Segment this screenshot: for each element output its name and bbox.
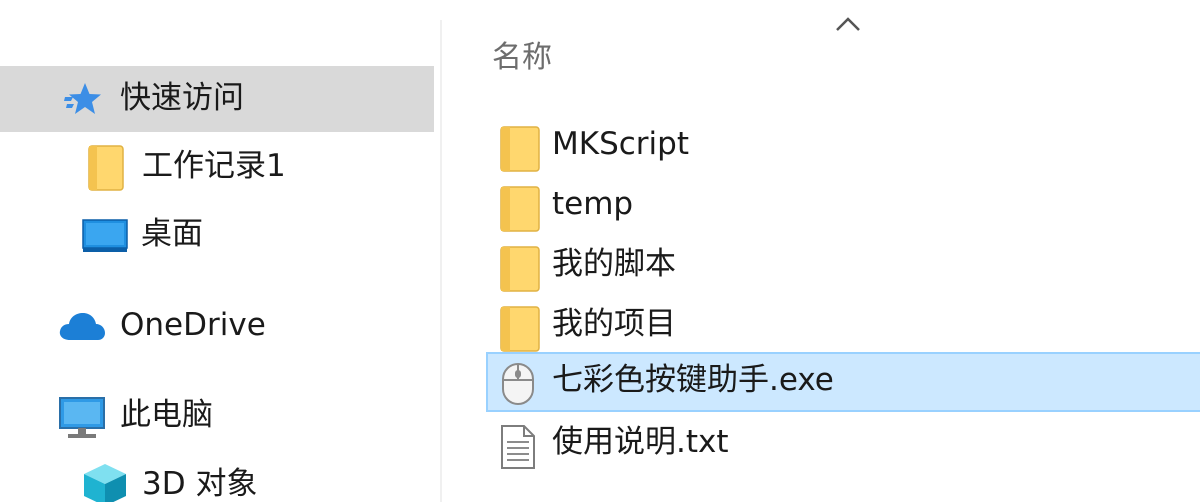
file-row-temp[interactable]: temp bbox=[486, 176, 1200, 234]
folder-icon bbox=[500, 126, 540, 172]
file-name: temp bbox=[552, 186, 634, 222]
file-list-pane: 名称 MKScript temp 我的脚本 我的项目 七彩色按键助手.exe 使… bbox=[442, 0, 1200, 502]
file-name: 我的项目 bbox=[552, 306, 676, 342]
nav-item-desktop[interactable]: 桌面 bbox=[0, 200, 434, 266]
text-file-icon bbox=[501, 425, 535, 469]
file-name: MKScript bbox=[552, 126, 689, 162]
file-name: 使用说明.txt bbox=[552, 424, 729, 460]
nav-label-onedrive: OneDrive bbox=[120, 307, 266, 343]
nav-item-3d-objects[interactable]: 3D 对象 bbox=[0, 450, 434, 502]
cube-icon bbox=[84, 464, 126, 502]
mouse-icon bbox=[502, 363, 534, 405]
chevron-up-icon[interactable] bbox=[834, 14, 862, 34]
cloud-icon bbox=[59, 313, 105, 340]
folder-icon bbox=[500, 246, 540, 292]
file-name: 我的脚本 bbox=[552, 246, 676, 282]
file-row-mkscript[interactable]: MKScript bbox=[486, 116, 1200, 174]
file-row-my-scripts[interactable]: 我的脚本 bbox=[486, 236, 1200, 294]
nav-label-3d-objects: 3D 对象 bbox=[142, 466, 258, 502]
nav-label-work-log: 工作记录1 bbox=[142, 148, 286, 184]
desktop-icon bbox=[82, 219, 128, 252]
monitor-icon bbox=[59, 397, 105, 438]
nav-item-quick-access[interactable]: 快速访问 bbox=[0, 66, 434, 132]
star-icon bbox=[64, 83, 101, 114]
nav-label-this-pc: 此电脑 bbox=[120, 397, 213, 433]
folder-icon bbox=[88, 145, 124, 191]
nav-label-desktop: 桌面 bbox=[141, 216, 203, 252]
file-name: 七彩色按键助手.exe bbox=[552, 362, 834, 398]
nav-label-quick-access: 快速访问 bbox=[120, 80, 244, 116]
nav-item-this-pc[interactable]: 此电脑 bbox=[0, 382, 434, 448]
nav-item-work-log[interactable]: 工作记录1 bbox=[0, 133, 434, 199]
file-row-my-projects[interactable]: 我的项目 bbox=[486, 296, 1200, 354]
file-row-readme-txt[interactable]: 使用说明.txt bbox=[486, 414, 1200, 472]
folder-icon bbox=[500, 186, 540, 232]
file-row-key-helper-exe[interactable]: 七彩色按键助手.exe bbox=[486, 352, 1200, 412]
column-header-name[interactable]: 名称 bbox=[492, 38, 552, 78]
nav-item-onedrive[interactable]: OneDrive bbox=[0, 292, 434, 358]
file-explorer-window: 快速访问 工作记录1 桌面 OneDrive 此电脑 3D 对象 名称 MKSc… bbox=[0, 0, 1200, 502]
folder-icon bbox=[500, 306, 540, 352]
navigation-pane: 快速访问 工作记录1 桌面 OneDrive 此电脑 3D 对象 bbox=[0, 0, 440, 502]
